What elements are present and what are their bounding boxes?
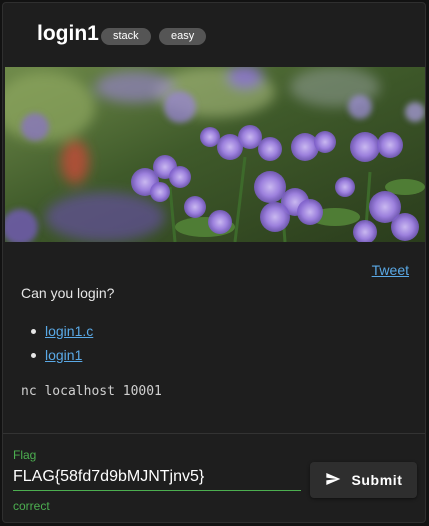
flag-field-label: Flag	[13, 448, 37, 462]
submit-button[interactable]: Submit	[310, 462, 417, 498]
card-header: login1 stack easy	[3, 3, 425, 67]
challenge-image	[5, 67, 425, 242]
submit-label: Submit	[351, 472, 403, 488]
challenge-description: Can you login?	[21, 285, 115, 301]
connection-command: nc localhost 10001	[21, 384, 162, 399]
list-item: login1	[27, 343, 93, 367]
challenge-title: login1	[37, 22, 99, 45]
file-link-login1[interactable]: login1	[45, 347, 82, 363]
file-link-login1-c[interactable]: login1.c	[45, 323, 93, 339]
tag-chip: easy	[159, 28, 207, 45]
file-list: login1.c login1	[27, 319, 93, 367]
send-icon	[324, 471, 342, 490]
list-item: login1.c	[27, 319, 93, 343]
tweet-link[interactable]: Tweet	[372, 262, 409, 278]
tag-chip: stack	[101, 28, 151, 45]
flag-input[interactable]	[13, 464, 301, 491]
divider	[3, 433, 425, 434]
challenge-card: login1 stack easy Tweet Can you login? l…	[2, 2, 426, 523]
flag-status-text: correct	[13, 499, 50, 513]
